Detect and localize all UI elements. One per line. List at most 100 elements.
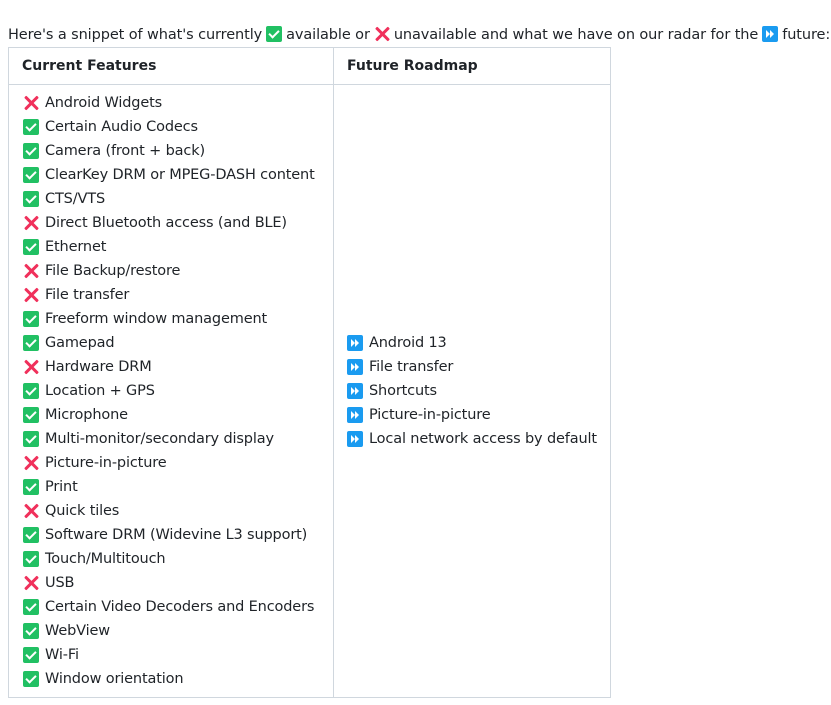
cross-icon <box>23 575 39 591</box>
check-icon <box>23 335 39 351</box>
current-feature-item: Window orientation <box>23 667 320 691</box>
roadmap-item: Picture-in-picture <box>347 403 597 427</box>
check-icon <box>23 599 39 615</box>
roadmap-label: Picture-in-picture <box>369 407 491 423</box>
current-feature-item: Picture-in-picture <box>23 451 320 475</box>
current-feature-label: Touch/Multitouch <box>45 551 166 567</box>
cross-icon <box>23 215 39 231</box>
intro-part-2: available or <box>286 26 370 43</box>
current-feature-label: Freeform window management <box>45 311 268 327</box>
check-icon <box>23 551 39 567</box>
table-header-row: Current Features Future Roadmap <box>8 47 611 85</box>
current-features-cell: Android Widgets Certain Audio Codecs Camer… <box>8 84 334 698</box>
current-feature-item: CTS/VTS <box>23 187 320 211</box>
table-row: Android Widgets Certain Audio Codecs Camer… <box>8 84 611 698</box>
check-icon <box>23 383 39 399</box>
check-icon <box>23 647 39 663</box>
current-feature-item: File Backup/restore <box>23 259 320 283</box>
current-feature-label: CTS/VTS <box>45 191 106 207</box>
roadmap-label: Android 13 <box>369 335 447 351</box>
current-feature-label: Gamepad <box>45 335 115 351</box>
current-feature-item: Freeform window management <box>23 307 320 331</box>
check-icon <box>23 671 39 687</box>
current-feature-label: Android Widgets <box>45 95 163 111</box>
current-feature-item: Android Widgets <box>23 91 320 115</box>
cross-icon <box>23 95 39 111</box>
current-feature-label: Multi-monitor/secondary display <box>45 431 274 447</box>
current-feature-label: Software DRM (Widevine L3 support) <box>45 527 308 543</box>
current-feature-label: Direct Bluetooth access (and BLE) <box>45 215 287 231</box>
current-feature-label: File transfer <box>45 287 130 303</box>
current-feature-label: Certain Video Decoders and Encoders <box>45 599 315 615</box>
roadmap-item: Shortcuts <box>347 379 597 403</box>
current-feature-label: File Backup/restore <box>45 263 181 279</box>
current-feature-item: Multi-monitor/secondary display <box>23 427 320 451</box>
current-feature-item: Location + GPS <box>23 379 320 403</box>
check-icon <box>23 527 39 543</box>
fast-forward-icon <box>762 25 779 42</box>
current-feature-label: Ethernet <box>45 239 107 255</box>
cross-icon <box>374 26 390 42</box>
current-feature-item: Certain Video Decoders and Encoders <box>23 595 320 619</box>
cross-icon <box>23 503 39 519</box>
check-icon <box>23 167 39 183</box>
intro-part-4: future: <box>782 26 831 43</box>
check-icon <box>23 431 39 447</box>
check-icon <box>23 191 39 207</box>
roadmap-label: File transfer <box>369 359 454 375</box>
check-icon <box>23 239 39 255</box>
current-feature-item: Print <box>23 475 320 499</box>
fast-forward-icon <box>347 431 363 447</box>
current-feature-label: Microphone <box>45 407 128 423</box>
cross-icon <box>23 359 39 375</box>
fast-forward-icon <box>347 383 363 399</box>
current-feature-label: Camera (front + back) <box>45 143 205 159</box>
current-feature-item: WebView <box>23 619 320 643</box>
roadmap-item: File transfer <box>347 355 597 379</box>
current-feature-label: Certain Audio Codecs <box>45 119 198 135</box>
current-feature-label: Wi-Fi <box>45 647 79 663</box>
check-icon <box>23 311 39 327</box>
roadmap-label: Shortcuts <box>369 383 437 399</box>
fast-forward-icon <box>347 407 363 423</box>
current-feature-item: ClearKey DRM or MPEG-DASH content <box>23 163 320 187</box>
current-feature-item: Camera (front + back) <box>23 139 320 163</box>
fast-forward-icon <box>347 335 363 351</box>
current-feature-label: Print <box>45 479 78 495</box>
intro-part-1: Here's a snippet of what's currently <box>8 26 263 43</box>
current-feature-item: Software DRM (Widevine L3 support) <box>23 523 320 547</box>
current-feature-item: Quick tiles <box>23 499 320 523</box>
intro-text: Here's a snippet of what's currently avai… <box>8 23 830 47</box>
check-icon <box>23 623 39 639</box>
current-feature-label: Quick tiles <box>45 503 120 519</box>
current-feature-item: Microphone <box>23 403 320 427</box>
current-feature-label: WebView <box>45 623 110 639</box>
cross-icon <box>23 287 39 303</box>
check-icon <box>23 119 39 135</box>
current-feature-label: USB <box>45 575 75 591</box>
current-feature-label: ClearKey DRM or MPEG-DASH content <box>45 167 315 183</box>
header-current-features: Current Features <box>8 47 334 85</box>
current-feature-item: Ethernet <box>23 235 320 259</box>
current-feature-label: Window orientation <box>45 671 184 687</box>
current-feature-item: Direct Bluetooth access (and BLE) <box>23 211 320 235</box>
check-icon <box>23 479 39 495</box>
roadmap-item: Local network access by default <box>347 427 597 451</box>
current-feature-item: USB <box>23 571 320 595</box>
current-feature-item: Wi-Fi <box>23 643 320 667</box>
intro-part-3: unavailable and what we have on our rada… <box>393 26 759 43</box>
check-icon <box>266 25 283 42</box>
cross-icon <box>23 263 39 279</box>
current-feature-item: Gamepad <box>23 331 320 355</box>
cross-icon <box>23 455 39 471</box>
current-feature-label: Location + GPS <box>45 383 155 399</box>
current-feature-label: Picture-in-picture <box>45 455 167 471</box>
current-feature-item: Certain Audio Codecs <box>23 115 320 139</box>
current-feature-item: File transfer <box>23 283 320 307</box>
roadmap-item: Android 13 <box>347 331 597 355</box>
current-feature-item: Hardware DRM <box>23 355 320 379</box>
check-icon <box>23 407 39 423</box>
current-feature-item: Touch/Multitouch <box>23 547 320 571</box>
future-roadmap-cell: Android 13 File transfer Shortcuts Picture-… <box>333 84 611 698</box>
header-future-roadmap: Future Roadmap <box>333 47 611 85</box>
